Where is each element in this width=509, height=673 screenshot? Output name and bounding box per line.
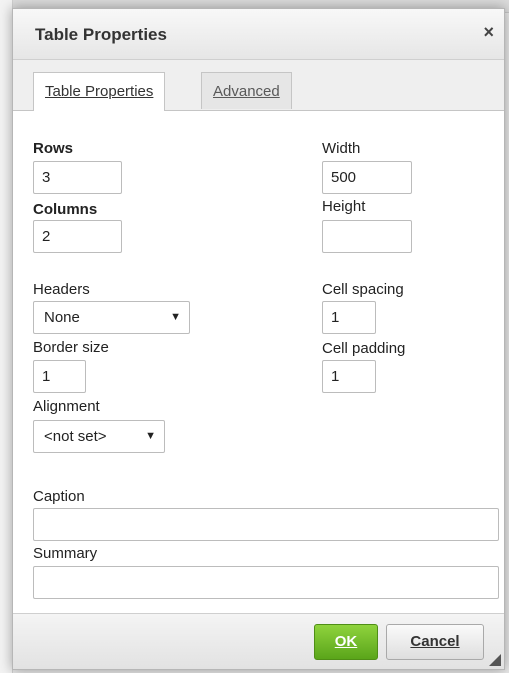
caption-label: Caption <box>33 488 85 505</box>
tab-table-properties[interactable]: Table Properties <box>33 72 166 111</box>
dialog-title: Table Properties <box>35 25 167 44</box>
summary-label: Summary <box>33 545 98 562</box>
cell-spacing-input[interactable]: 1 <box>322 301 376 334</box>
cancel-button[interactable]: Cancel <box>386 624 484 660</box>
headers-select-value: None <box>44 309 80 326</box>
dialog-titlebar[interactable]: Table Properties × <box>13 9 504 60</box>
headers-label: Headers <box>33 281 90 298</box>
height-label: Height <box>322 198 366 215</box>
summary-input[interactable] <box>33 566 499 599</box>
columns-input[interactable]: 2 <box>33 220 122 253</box>
tab-advanced[interactable]: Advanced <box>201 72 292 109</box>
rows-input[interactable]: 3 <box>33 161 122 194</box>
chevron-down-icon: ▼ <box>170 311 181 323</box>
alignment-select-value: <not set> <box>44 428 107 445</box>
cell-padding-input[interactable]: 1 <box>322 360 376 393</box>
table-properties-dialog: Table Properties × Table Properties Adva… <box>12 8 505 670</box>
alignment-select[interactable]: <not set> ▼ <box>33 420 165 453</box>
rows-label: Rows <box>33 140 74 157</box>
alignment-label: Alignment <box>33 398 100 415</box>
headers-select[interactable]: None ▼ <box>33 301 190 334</box>
close-icon[interactable]: × <box>483 22 494 42</box>
border-size-label: Border size <box>33 339 109 356</box>
height-input[interactable] <box>322 220 412 253</box>
cell-padding-label: Cell padding <box>322 340 406 357</box>
dialog-footer: OK Cancel <box>13 613 504 669</box>
border-size-input[interactable]: 1 <box>33 360 86 393</box>
resize-handle-icon[interactable] <box>489 654 501 666</box>
chevron-down-icon: ▼ <box>145 430 156 442</box>
ok-button[interactable]: OK <box>314 624 378 660</box>
cell-spacing-label: Cell spacing <box>322 281 404 298</box>
columns-label: Columns <box>33 201 98 218</box>
caption-input[interactable] <box>33 508 499 541</box>
tab-bar: Table Properties Advanced <box>13 60 504 111</box>
width-label: Width <box>322 140 361 157</box>
width-input[interactable]: 500 <box>322 161 412 194</box>
